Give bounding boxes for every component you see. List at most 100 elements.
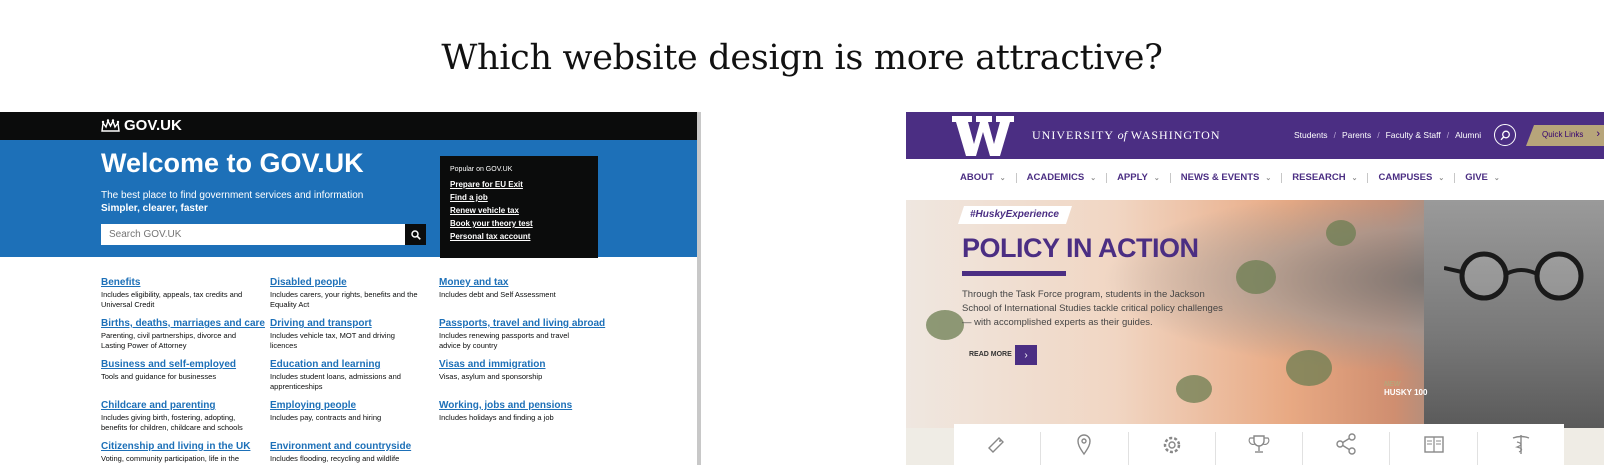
popular-link[interactable]: Renew vehicle tax bbox=[450, 206, 588, 215]
nav-label: ACADEMICS bbox=[1026, 172, 1085, 183]
govuk-tagline: Simpler, clearer, faster bbox=[101, 203, 208, 214]
top-link-parents[interactable]: Parents bbox=[1342, 130, 1371, 140]
chevron-right-icon: › bbox=[1024, 349, 1028, 361]
nav-campuses[interactable]: CAMPUSES ⌄ bbox=[1378, 172, 1444, 183]
govuk-search-input[interactable] bbox=[101, 224, 405, 245]
category-link[interactable]: Benefits bbox=[101, 277, 270, 288]
nav-separator bbox=[1454, 172, 1456, 183]
govuk-logo-text: GOV.UK bbox=[124, 117, 182, 134]
uw-hero-banner: #HuskyExperience POLICY IN ACTION Throug… bbox=[906, 200, 1604, 428]
panel-divider bbox=[697, 112, 701, 465]
govuk-search-button[interactable] bbox=[405, 224, 426, 245]
quick-links-button[interactable]: Quick Links › bbox=[1526, 125, 1604, 146]
uw-name-part2: WASHINGTON bbox=[1130, 128, 1221, 142]
category-description: Visas, asylum and sponsorship bbox=[439, 372, 543, 381]
category-item: Citizenship and living in the UK Voting, … bbox=[101, 441, 270, 465]
hero-photo-detail bbox=[1176, 375, 1212, 403]
ticket-icon[interactable] bbox=[954, 432, 1042, 465]
category-link[interactable]: Business and self-employed bbox=[101, 359, 270, 370]
nav-label: CAMPUSES bbox=[1378, 172, 1433, 183]
read-more-button[interactable]: › bbox=[1015, 345, 1037, 365]
top-link-students[interactable]: Students bbox=[1294, 130, 1328, 140]
category-link[interactable]: Education and learning bbox=[270, 359, 439, 370]
top-link-alumni[interactable]: Alumni bbox=[1455, 130, 1481, 140]
category-link[interactable]: Money and tax bbox=[439, 277, 608, 288]
read-more-link[interactable]: READ MORE bbox=[969, 351, 1012, 358]
category-item: Education and learning Includes student l… bbox=[270, 359, 439, 394]
govuk-popular-box: Popular on GOV.UK Prepare for EU Exit Fi… bbox=[440, 156, 598, 258]
uw-w-logo[interactable] bbox=[952, 116, 1014, 156]
category-description: Includes pay, contracts and hiring bbox=[270, 413, 382, 422]
chevron-down-icon: ⌄ bbox=[999, 174, 1006, 182]
nav-about[interactable]: ABOUT ⌄ bbox=[960, 172, 1006, 183]
nav-separator bbox=[1367, 172, 1369, 183]
chevron-down-icon: ⌄ bbox=[1090, 174, 1097, 182]
share-nodes-icon[interactable] bbox=[1303, 432, 1391, 465]
nav-apply[interactable]: APPLY ⌄ bbox=[1117, 172, 1160, 183]
hero-photo-detail bbox=[1326, 220, 1356, 246]
link-separator: / bbox=[1446, 130, 1450, 140]
category-item: Working, jobs and pensions Includes holid… bbox=[439, 400, 608, 435]
govuk-logo[interactable]: GOV.UK bbox=[101, 117, 182, 134]
trophy-icon[interactable] bbox=[1216, 432, 1304, 465]
uw-wordmark[interactable]: UNIVERSITY of WASHINGTON bbox=[1032, 128, 1220, 143]
nav-label: NEWS & EVENTS bbox=[1180, 172, 1260, 183]
govuk-subtitle: The best place to find government servic… bbox=[101, 190, 364, 201]
husky-label: HUSKY 100 bbox=[1384, 388, 1428, 397]
top-link-faculty-staff[interactable]: Faculty & Staff bbox=[1386, 130, 1441, 140]
popular-link[interactable]: Book your theory test bbox=[450, 219, 588, 228]
chevron-down-icon: ⌄ bbox=[1493, 174, 1500, 182]
category-item: Employing people Includes pay, contracts … bbox=[270, 400, 439, 435]
category-link[interactable]: Childcare and parenting bbox=[101, 400, 270, 411]
nav-label: GIVE bbox=[1465, 172, 1488, 183]
headline-underline bbox=[962, 271, 1066, 276]
search-icon bbox=[1499, 130, 1510, 140]
nav-academics[interactable]: ACADEMICS ⌄ bbox=[1027, 172, 1096, 183]
hero-photo-detail bbox=[1236, 260, 1276, 294]
map-pin-icon[interactable] bbox=[1041, 432, 1129, 465]
category-link[interactable]: Employing people bbox=[270, 400, 439, 411]
gear-icon[interactable] bbox=[1129, 432, 1216, 465]
nav-research[interactable]: RESEARCH ⌄ bbox=[1292, 172, 1357, 183]
category-link[interactable]: Visas and immigration bbox=[439, 359, 608, 370]
nav-separator bbox=[1169, 172, 1171, 183]
chevron-down-icon: ⌄ bbox=[1265, 174, 1272, 182]
category-description: Parenting, civil partnerships, divorce a… bbox=[101, 331, 237, 350]
govuk-screenshot: GOV.UK Welcome to GOV.UK The best place … bbox=[0, 112, 697, 465]
nav-separator bbox=[1281, 172, 1283, 183]
category-item: Visas and immigration Visas, asylum and s… bbox=[439, 359, 608, 394]
chevron-down-icon: ⌄ bbox=[1153, 174, 1160, 182]
category-link[interactable]: Citizenship and living in the UK bbox=[101, 441, 270, 452]
category-link[interactable]: Driving and transport bbox=[270, 318, 439, 329]
govuk-title: Welcome to GOV.UK bbox=[101, 148, 364, 178]
category-description: Tools and guidance for businesses bbox=[101, 372, 217, 381]
book-icon[interactable] bbox=[1390, 432, 1478, 465]
nav-label: APPLY bbox=[1117, 172, 1148, 183]
category-link[interactable]: Environment and countryside bbox=[270, 441, 439, 452]
link-separator: / bbox=[1333, 130, 1336, 140]
nav-label: ABOUT bbox=[960, 172, 994, 183]
popular-link[interactable]: Find a job bbox=[450, 193, 588, 202]
category-item: Passports, travel and living abroad Inclu… bbox=[439, 318, 608, 353]
govuk-top-bar: GOV.UK bbox=[0, 112, 697, 140]
govuk-hero: Welcome to GOV.UK The best place to find… bbox=[0, 140, 697, 258]
popular-link[interactable]: Prepare for EU Exit bbox=[450, 180, 588, 189]
comparison-question: Which website design is more attractive? bbox=[441, 38, 1163, 78]
hero-headline: POLICY IN ACTION bbox=[962, 233, 1199, 263]
category-description: Includes flooding, recycling and wildlif… bbox=[270, 454, 400, 463]
husky-new-label: NEW bbox=[1384, 381, 1401, 388]
uw-search-button[interactable] bbox=[1494, 124, 1516, 146]
popular-heading: Popular on GOV.UK bbox=[450, 166, 513, 173]
uw-name-part1: UNIVERSITY bbox=[1032, 128, 1114, 142]
husky-100-link[interactable]: NEW HUSKY 100 bbox=[1384, 381, 1427, 397]
nav-give[interactable]: GIVE ⌄ bbox=[1465, 172, 1500, 183]
category-link[interactable]: Working, jobs and pensions bbox=[439, 400, 608, 411]
popular-link[interactable]: Personal tax account bbox=[450, 232, 588, 241]
chevron-down-icon: ⌄ bbox=[1351, 174, 1358, 182]
caduceus-icon[interactable] bbox=[1478, 432, 1564, 465]
category-link[interactable]: Births, deaths, marriages and care bbox=[101, 318, 270, 329]
hashtag-label[interactable]: #HuskyExperience bbox=[958, 206, 1072, 224]
category-link[interactable]: Passports, travel and living abroad bbox=[439, 318, 608, 329]
category-link[interactable]: Disabled people bbox=[270, 277, 439, 288]
nav-news-events[interactable]: NEWS & EVENTS ⌄ bbox=[1181, 172, 1272, 183]
